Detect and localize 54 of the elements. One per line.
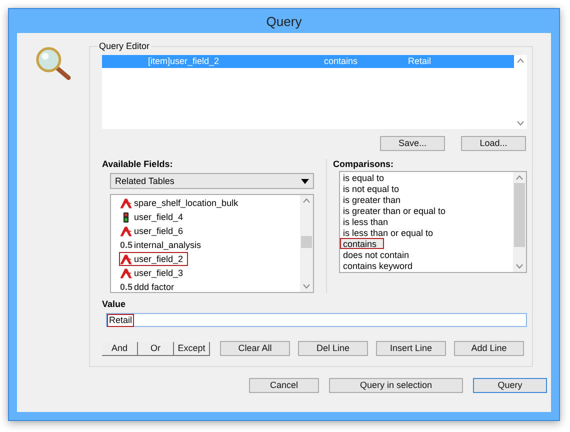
comparison-item[interactable]: is greater than <box>340 194 513 205</box>
dialog-button[interactable]: Query <box>473 378 547 393</box>
value-field[interactable]: Retail <box>106 313 527 327</box>
scroll-down-icon <box>516 264 523 269</box>
comparison-item[interactable]: does not contain <box>340 249 513 260</box>
dialog-button[interactable]: Save... <box>380 136 445 151</box>
comparison-item[interactable]: is greater than or equal to <box>340 205 513 216</box>
logic-button[interactable]: And <box>102 342 138 356</box>
comparison-item[interactable]: is less than <box>340 216 513 227</box>
scroll-up-icon <box>303 198 310 203</box>
section-label: Available Fields: <box>102 159 174 170</box>
number-type-label: 0.5 <box>120 240 134 250</box>
comparison-item[interactable]: is equal to <box>340 172 513 183</box>
comparison-item[interactable]: is less than or equal to <box>340 227 513 238</box>
dialog-button[interactable]: Load... <box>461 136 526 151</box>
dialog-button[interactable]: Query in selection <box>329 378 463 393</box>
dropdown-arrow-icon <box>301 178 309 184</box>
line-button[interactable]: Insert Line <box>376 341 446 356</box>
line-button[interactable]: Add Line <box>454 341 524 356</box>
table-dropdown[interactable]: Related Tables <box>110 173 314 189</box>
field-item[interactable]: spare_shelf_location_bulk <box>119 196 244 210</box>
magnifier-icon <box>34 45 72 83</box>
field-item[interactable]: user_field_4 <box>119 210 188 224</box>
dialog-button[interactable]: Cancel <box>249 378 319 393</box>
scroll-up-icon <box>516 175 523 180</box>
comparison-item[interactable]: contains keyword <box>340 260 513 271</box>
scrollbar[interactable] <box>514 55 527 129</box>
field-item[interactable]: user_field_2 <box>119 252 188 266</box>
scroll-up-icon <box>517 58 524 63</box>
text-field-icon <box>120 254 132 264</box>
section-label: Comparisons: <box>333 159 395 170</box>
field-item[interactable]: user_field_6 <box>119 224 188 238</box>
scrollbar[interactable] <box>513 172 526 272</box>
field-item[interactable]: 0.5 internal_analysis <box>119 238 206 252</box>
text-field-icon <box>120 268 132 278</box>
text-field-icon <box>120 226 132 236</box>
field-item[interactable]: 0.5 ddd factor <box>119 280 180 292</box>
scroll-down-icon <box>303 284 310 289</box>
group-title: Query Editor <box>98 41 151 52</box>
scroll-thumb[interactable] <box>301 236 312 248</box>
comparison-item[interactable]: contains <box>340 238 384 249</box>
field-item[interactable]: user_field_3 <box>119 266 188 280</box>
scrollbar[interactable] <box>300 195 313 292</box>
logic-button[interactable]: Or <box>138 342 174 356</box>
line-button[interactable]: Clear All <box>220 341 290 356</box>
window-title: Query <box>265 12 303 31</box>
comparison-item[interactable]: is not equal to <box>340 183 513 194</box>
logic-button[interactable]: Except <box>174 342 210 356</box>
scroll-thumb[interactable] <box>514 183 525 247</box>
number-type-label: 0.5 <box>120 282 134 292</box>
value-label: Value <box>102 299 127 310</box>
text-field-icon <box>120 198 132 208</box>
scroll-down-icon <box>517 121 524 126</box>
line-button[interactable]: Del Line <box>298 341 368 356</box>
